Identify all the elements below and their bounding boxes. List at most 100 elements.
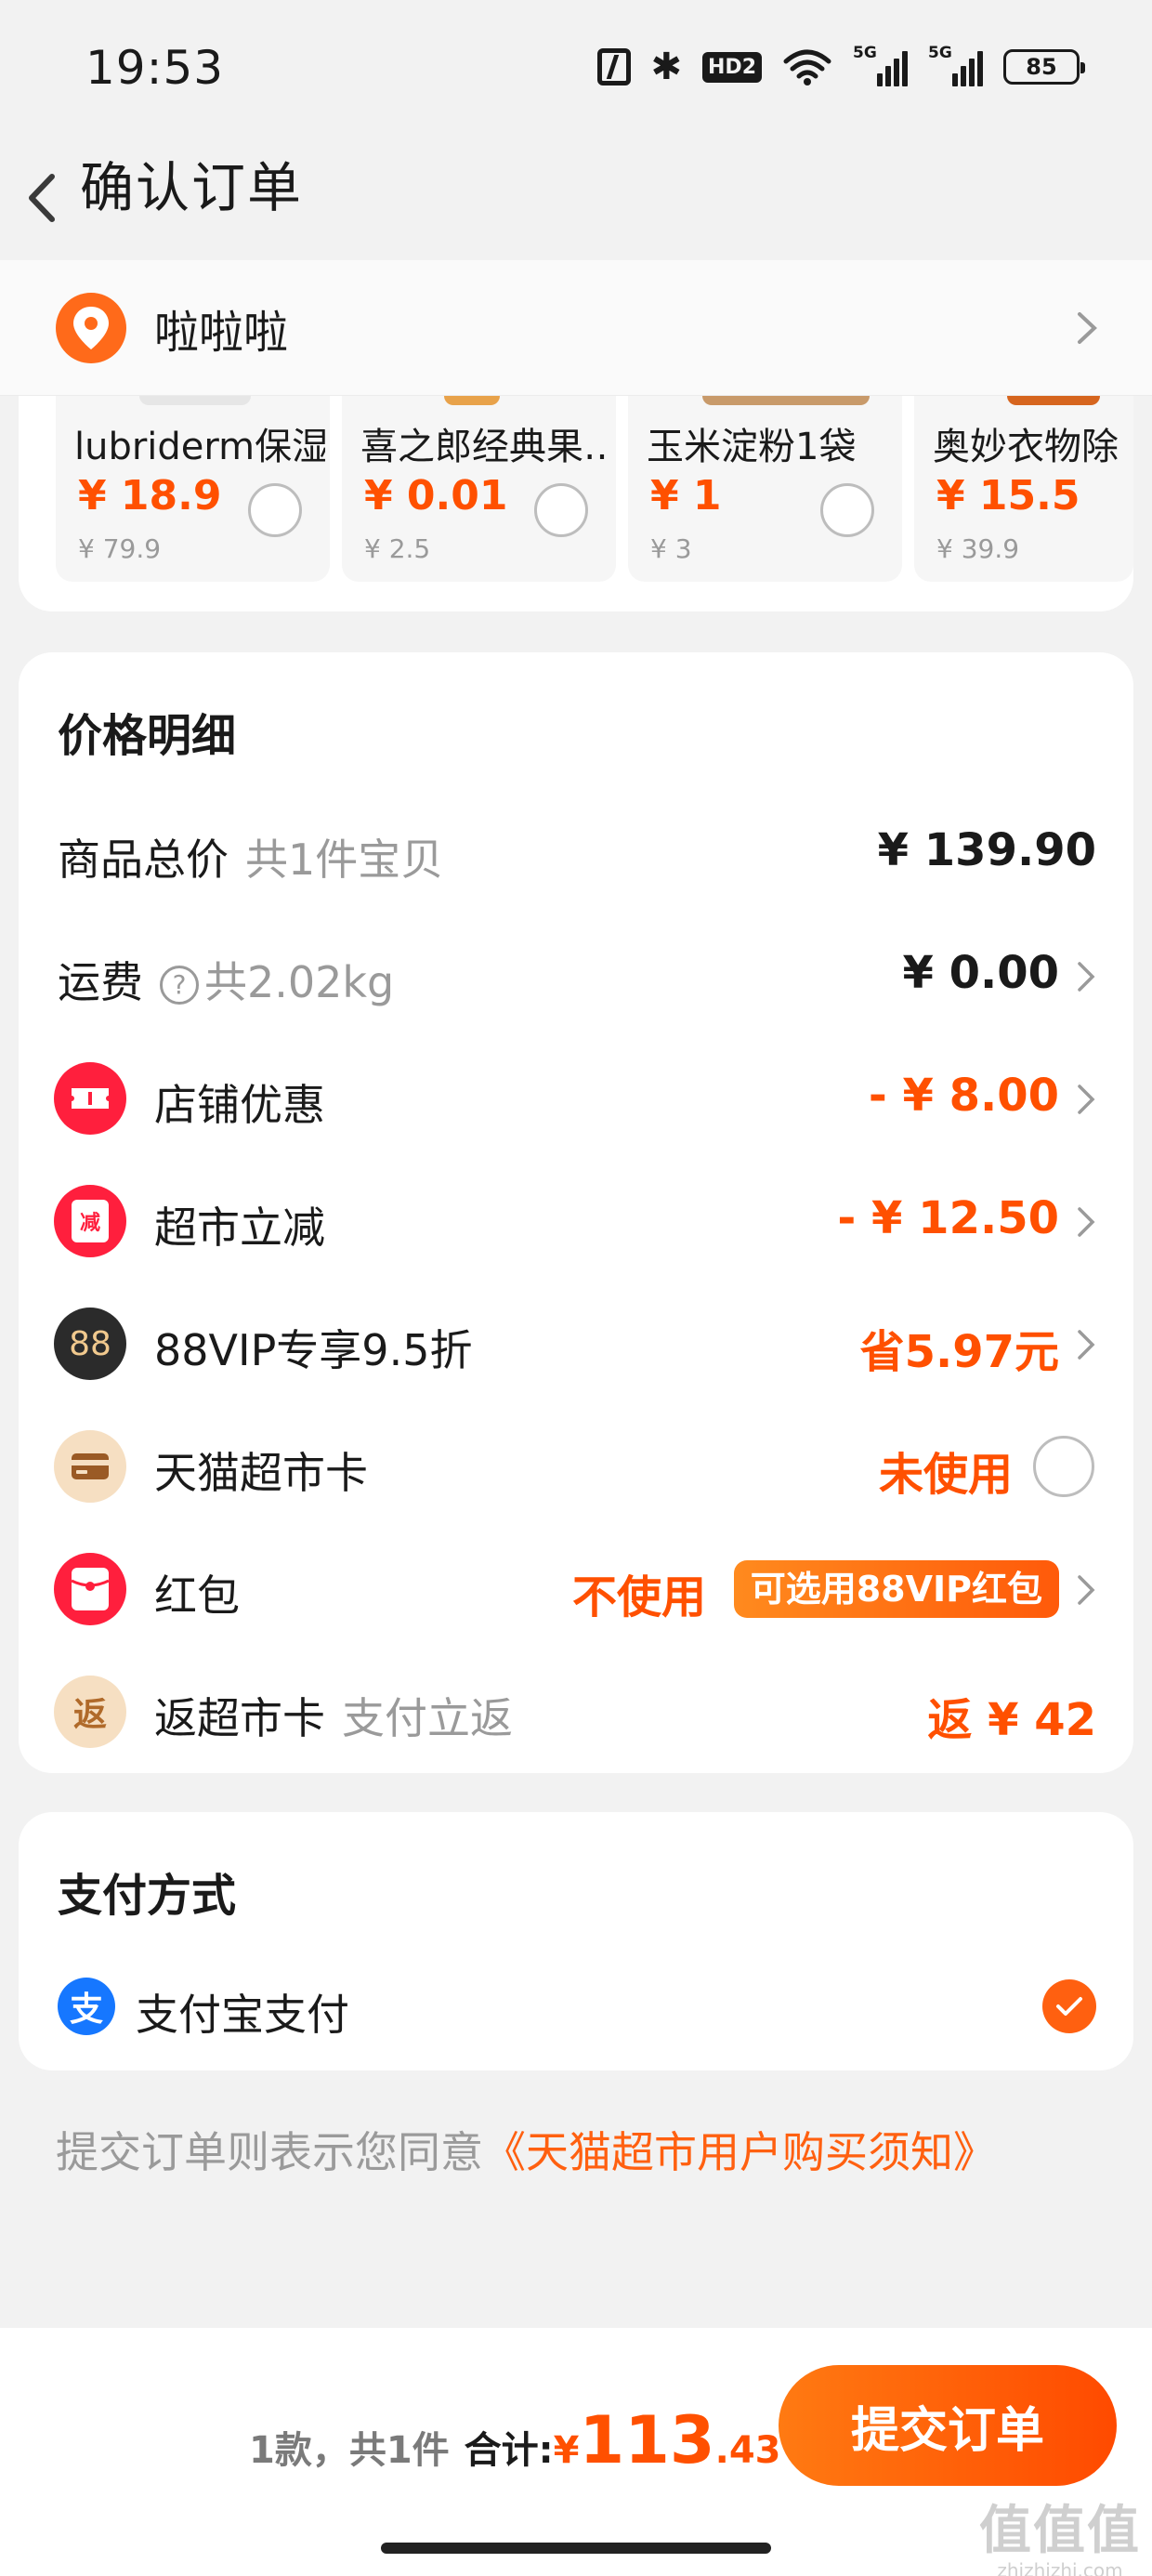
product-select-radio[interactable]: [534, 483, 588, 537]
cashback-icon: 返: [54, 1676, 126, 1748]
price-detail-card: 价格明细 商品总价 共1件宝贝 ¥ 139.90 运费? 共2.02kg ¥ 0.0…: [19, 652, 1133, 1773]
row-goods-total: 商品总价 共1件宝贝 ¥ 139.90: [19, 802, 1133, 904]
cashback-sub: 支付立返: [342, 1693, 513, 1743]
status-time: 19:53: [85, 41, 225, 95]
goods-total-value: ¥ 139.90: [877, 824, 1096, 876]
product-select-radio[interactable]: [248, 483, 302, 537]
alipay-icon: 支: [58, 1978, 115, 2035]
price-detail-title: 价格明细: [58, 710, 237, 762]
coupon-icon: [54, 1062, 126, 1135]
item-count: 1款，共1件: [249, 2429, 450, 2472]
goods-total-label: 商品总价: [58, 835, 229, 885]
order-summary: 1款，共1件 合计: ¥ 113 .43: [249, 2402, 781, 2478]
total-integer: 113: [579, 2402, 715, 2478]
product-price: ¥ 15.5: [936, 472, 1080, 519]
hd-voice-icon: HD2: [702, 51, 762, 83]
vip-label: 88VIP专享9.5折: [154, 1325, 473, 1375]
card-value: 未使用: [878, 1449, 1013, 1501]
agreement-text: 提交订单则表示您同意《天猫超市用户购买须知》: [56, 2119, 996, 2180]
product-name: 喜之郎经典果…: [360, 426, 611, 468]
row-market-discount[interactable]: 减 超市立减 - ¥ 12.50: [19, 1170, 1133, 1272]
product-item[interactable]: 玉米淀粉1袋 ¥ 1 ¥ 3: [628, 396, 902, 582]
market-discount-value: - ¥ 12.50: [837, 1192, 1059, 1244]
88vip-red-packet-badge[interactable]: 可选用88VIP红包: [733, 1560, 1059, 1618]
vip-value: 省5.97元: [859, 1326, 1059, 1378]
chevron-right-icon: [1078, 312, 1097, 344]
product-original-price: ¥ 39.9: [936, 533, 1020, 564]
signal-1-label: 5G: [853, 44, 877, 62]
page-title: 确认订单: [80, 156, 304, 219]
total-currency: ¥: [553, 2429, 580, 2472]
address-bar[interactable]: 啦啦啦: [0, 260, 1152, 396]
card-radio[interactable]: [1033, 1436, 1094, 1497]
product-price: ¥ 18.9: [78, 472, 222, 519]
watermark: 值值值 zhizhizhi.com: [979, 2504, 1141, 2576]
battery-icon: 85: [1003, 49, 1085, 85]
card-label: 天猫超市卡: [154, 1448, 368, 1498]
row-store-discount[interactable]: 店铺优惠 - ¥ 8.00: [19, 1047, 1133, 1150]
product-image: [702, 396, 870, 405]
product-price: ¥ 0.01: [364, 472, 508, 519]
red-packet-icon: [54, 1553, 126, 1625]
red-packet-value: 不使用: [571, 1571, 706, 1623]
reduce-icon-text: 减: [72, 1200, 109, 1242]
product-item[interactable]: lubriderm保湿… ¥ 18.9 ¥ 79.9: [56, 396, 330, 582]
status-bar: 19:53 ✱ HD2 5G 5G 85: [0, 0, 1152, 139]
product-item[interactable]: 喜之郎经典果… ¥ 0.01 ¥ 2.5: [342, 396, 616, 582]
product-image: [139, 396, 251, 405]
product-strip: lubriderm保湿… ¥ 18.9 ¥ 79.9 喜之郎经典果… ¥ 0.0…: [19, 396, 1133, 611]
cashback-label: 返超市卡: [154, 1693, 325, 1743]
payment-selected-check-icon[interactable]: [1042, 1979, 1096, 2033]
signal-icon-1: 5G: [853, 44, 908, 86]
product-select-radio[interactable]: [820, 483, 874, 537]
agreement-link[interactable]: 《天猫超市用户购买须知》: [483, 2127, 996, 2177]
store-discount-label: 店铺优惠: [154, 1080, 325, 1130]
product-name: 玉米淀粉1袋: [647, 426, 857, 468]
wifi-icon: [783, 49, 831, 85]
submit-order-button[interactable]: 提交订单: [779, 2365, 1117, 2486]
shipping-label: 运费: [58, 957, 143, 1007]
payment-method-label[interactable]: 支付宝支付: [136, 1981, 349, 2043]
cashback-value: 返 ¥ 42: [927, 1694, 1096, 1746]
shipping-value: ¥ 0.00: [902, 947, 1059, 999]
total-label: 合计:: [464, 2429, 554, 2472]
product-original-price: ¥ 2.5: [364, 533, 431, 564]
signal-2-label: 5G: [928, 44, 952, 62]
watermark-url: zhizhizhi.com: [997, 2559, 1123, 2576]
product-item[interactable]: 奥妙衣物除 ¥ 15.5 ¥ 39.9: [914, 396, 1133, 582]
row-red-packet[interactable]: 红包 不使用 可选用88VIP红包: [19, 1538, 1133, 1640]
product-original-price: ¥ 79.9: [78, 533, 162, 564]
bottom-bar: 1款，共1件 合计: ¥ 113 .43 提交订单 值值值 zhizhizhi.…: [0, 2328, 1152, 2576]
product-original-price: ¥ 3: [650, 533, 692, 564]
chevron-right-icon: [1078, 1575, 1095, 1605]
agreement-prefix: 提交订单则表示您同意: [56, 2127, 483, 2177]
shipping-sub: 共2.02kg: [204, 957, 395, 1007]
market-discount-label: 超市立减: [154, 1203, 325, 1253]
product-name: lubriderm保湿…: [74, 426, 325, 468]
goods-total-sub: 共1件宝贝: [245, 835, 444, 885]
address-text: 啦啦啦: [154, 306, 289, 359]
row-shipping[interactable]: 运费? 共2.02kg ¥ 0.00: [19, 925, 1133, 1027]
location-icon: [56, 292, 126, 363]
help-icon[interactable]: ?: [160, 965, 199, 1005]
chevron-right-icon: [1078, 1084, 1095, 1114]
bluetooth-icon: ✱: [650, 46, 683, 88]
back-icon[interactable]: [13, 165, 78, 230]
88vip-icon: 88: [54, 1308, 126, 1380]
product-name: 奥妙衣物除: [933, 426, 1119, 468]
product-image: [1007, 396, 1100, 405]
reduce-icon: 减: [54, 1185, 126, 1257]
row-cashback: 返 返超市卡 支付立返 返 ¥ 42: [19, 1661, 1133, 1763]
home-indicator: [381, 2543, 771, 2554]
store-discount-value: - ¥ 8.00: [868, 1070, 1059, 1122]
product-image: [444, 396, 500, 405]
payment-card: 支付方式 支 支付宝支付: [19, 1812, 1133, 2070]
row-market-card[interactable]: 天猫超市卡 未使用: [19, 1415, 1133, 1518]
chevron-right-icon: [1078, 962, 1095, 992]
chevron-right-icon: [1078, 1330, 1095, 1360]
nfc-icon: [596, 48, 631, 85]
row-88vip[interactable]: 88 88VIP专享9.5折 省5.97元: [19, 1293, 1133, 1395]
status-icons: ✱ HD2 5G 5G 85: [596, 44, 1085, 88]
watermark-logo: 值值值: [979, 2501, 1141, 2561]
payment-title: 支付方式: [58, 1870, 237, 1922]
